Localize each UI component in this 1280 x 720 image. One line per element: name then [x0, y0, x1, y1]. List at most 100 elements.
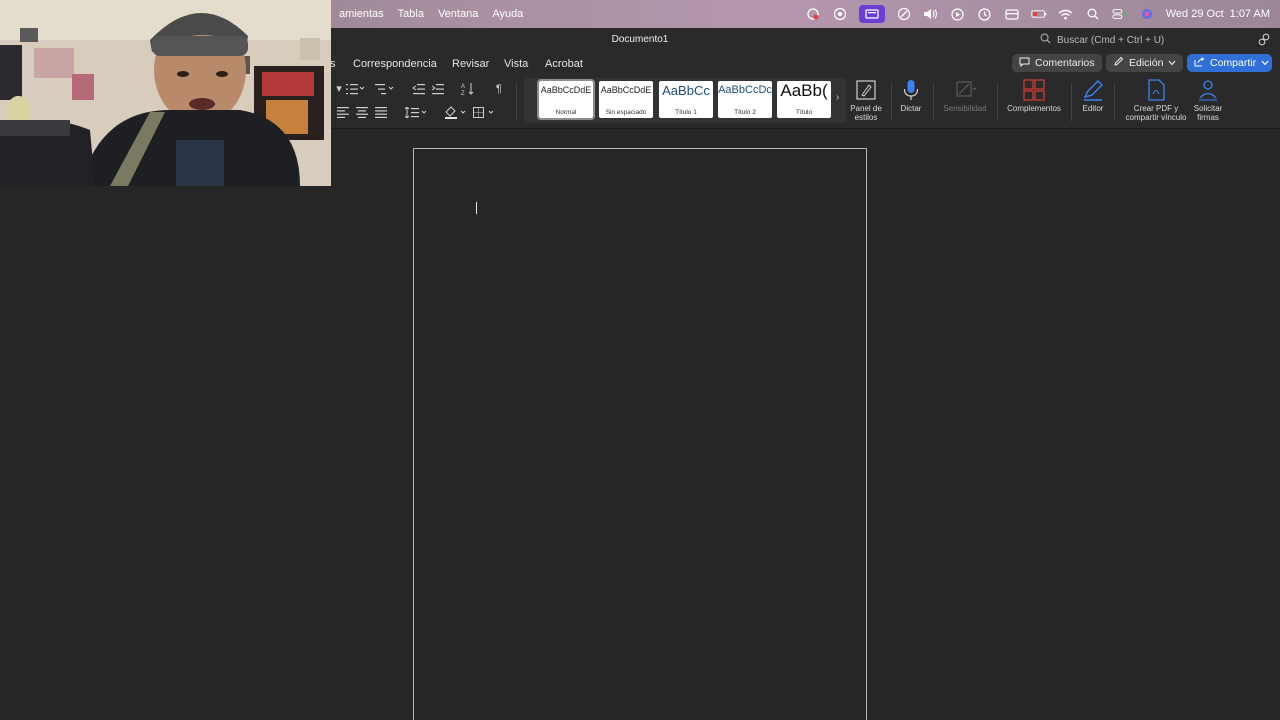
- signature-icon: [1197, 79, 1219, 101]
- style-sample: AaBbCcDdE: [600, 85, 652, 95]
- style-heading-1[interactable]: AaBbCc Título 1: [659, 81, 713, 118]
- volume-icon[interactable]: [923, 7, 939, 21]
- comments-button[interactable]: Comentarios: [1012, 54, 1102, 72]
- svg-text:Z: Z: [461, 91, 465, 96]
- style-name: Sin espaciado: [605, 109, 647, 116]
- multilevel-list-icon[interactable]: [373, 83, 395, 95]
- pilcrow-icon[interactable]: ¶: [492, 83, 506, 95]
- style-name: Título: [795, 109, 813, 116]
- sensitivity-label: Sensibilidad: [943, 104, 987, 113]
- pencil-icon: [1113, 56, 1124, 70]
- app-menus: amientas Tabla Ventana Ayuda: [332, 0, 530, 28]
- document-page[interactable]: [413, 148, 867, 720]
- align-left-icon[interactable]: [336, 107, 350, 119]
- styles-pane-icon: [855, 79, 877, 101]
- menu-window[interactable]: Ventana: [431, 8, 485, 20]
- numbered-list-icon[interactable]: [344, 83, 366, 95]
- siri-icon[interactable]: [1139, 7, 1155, 21]
- style-sample: AaBbCc: [662, 83, 710, 98]
- styles-pane-label-2: estilos: [854, 113, 878, 122]
- create-pdf-label-2: compartir vínculo: [1125, 113, 1187, 122]
- share-button[interactable]: Compartir: [1187, 54, 1272, 72]
- shading-icon[interactable]: [444, 106, 468, 119]
- time-machine-icon[interactable]: [977, 7, 993, 21]
- styles-pane-label-1: Panel de: [850, 104, 882, 113]
- gallery-more-chevron-icon[interactable]: ›: [836, 92, 839, 103]
- justify-icon[interactable]: [374, 107, 388, 119]
- menu-table[interactable]: Tabla: [391, 8, 431, 20]
- increase-indent-icon[interactable]: [431, 83, 445, 95]
- menu-tools[interactable]: amientas: [332, 8, 391, 20]
- style-no-spacing[interactable]: AaBbCcDdE Sin espaciado: [599, 81, 653, 118]
- tab-review[interactable]: Revisar: [452, 58, 489, 70]
- decrease-indent-icon[interactable]: [412, 83, 426, 95]
- webcam-overlay: [0, 0, 331, 186]
- separator: [933, 83, 934, 121]
- addins-icon: [1023, 79, 1045, 101]
- tab-view[interactable]: Vista: [504, 58, 528, 70]
- request-signatures-label-2: firmas: [1197, 113, 1219, 122]
- screen-share-icon[interactable]: [832, 7, 848, 21]
- screen: amientas Tabla Ventana Ayuda Wed 29 Oct …: [0, 0, 1280, 720]
- editor-icon: [1082, 79, 1104, 101]
- record-icon[interactable]: [805, 7, 821, 21]
- request-signatures-button[interactable]: Solicitar firmas: [1189, 79, 1227, 122]
- borders-icon[interactable]: [473, 107, 497, 119]
- style-sample: AaBbCcDdE: [540, 85, 592, 95]
- align-center-icon[interactable]: [355, 107, 369, 119]
- microphone-icon: [900, 79, 922, 101]
- clock[interactable]: Wed 29 Oct 1:07 AM: [1166, 8, 1270, 20]
- sort-icon[interactable]: AZ: [461, 82, 475, 97]
- chevron-down-icon: [1168, 57, 1176, 69]
- style-sample: AaBb(: [780, 81, 828, 100]
- editor-button[interactable]: Editor: [1078, 79, 1108, 113]
- dictate-label: Dictar: [900, 104, 922, 113]
- styles-pane-button[interactable]: Panel de estilos: [846, 79, 886, 122]
- control-center-icon[interactable]: [1112, 7, 1128, 21]
- play-icon[interactable]: [950, 7, 966, 21]
- editing-mode-button[interactable]: Edición: [1106, 54, 1184, 72]
- screen-mirroring-icon[interactable]: [858, 5, 885, 23]
- editing-label: Edición: [1129, 57, 1164, 69]
- separator: [1071, 83, 1072, 121]
- style-name: Título 1: [675, 109, 697, 116]
- time-text: 1:07 AM: [1229, 8, 1270, 20]
- dictate-button[interactable]: Dictar: [896, 79, 926, 113]
- menu-help[interactable]: Ayuda: [485, 8, 530, 20]
- comment-icon: [1019, 57, 1030, 70]
- share-icon: [1194, 56, 1205, 70]
- style-title[interactable]: AaBb( Título: [777, 81, 831, 118]
- styles-gallery: AaBbCcDdE Normal AaBbCcDdE Sin espaciado…: [524, 78, 846, 123]
- separator: [891, 83, 892, 121]
- status-area: Wed 29 Oct 1:07 AM: [805, 0, 1270, 28]
- separator: [1114, 83, 1115, 121]
- text-cursor: [476, 202, 477, 214]
- line-spacing-icon[interactable]: [404, 106, 427, 119]
- tab-mailings[interactable]: Correspondencia: [353, 58, 437, 70]
- style-name: Título 2: [734, 109, 756, 116]
- separator: [516, 83, 517, 121]
- tab-acrobat[interactable]: Acrobat: [545, 58, 583, 70]
- style-name: Normal: [555, 109, 577, 116]
- style-normal[interactable]: AaBbCcDdE Normal: [537, 79, 595, 120]
- app-status-icon[interactable]: [896, 7, 912, 21]
- search-box[interactable]: Buscar (Cmd + Ctrl + U): [1040, 33, 1164, 47]
- addins-button[interactable]: Complementos: [1003, 79, 1065, 113]
- chevron-down-icon: [1261, 57, 1269, 69]
- card-icon[interactable]: [1004, 7, 1020, 21]
- sensitivity-icon: [954, 79, 977, 101]
- battery-icon[interactable]: [1031, 7, 1047, 21]
- request-signatures-label-1: Solicitar: [1193, 104, 1223, 113]
- style-heading-2[interactable]: AaBbCcDc Título 2: [718, 81, 772, 118]
- spotlight-search-icon[interactable]: [1085, 7, 1101, 21]
- search-icon: [1040, 33, 1051, 47]
- collaborate-icon[interactable]: [1258, 33, 1271, 46]
- share-label: Compartir: [1210, 57, 1257, 69]
- wifi-icon[interactable]: [1058, 7, 1074, 21]
- create-pdf-button[interactable]: Crear PDF y compartir vínculo: [1120, 79, 1192, 122]
- date-text: Wed 29 Oct: [1165, 8, 1224, 20]
- pdf-link-icon: [1145, 79, 1167, 101]
- addins-label: Complementos: [1007, 104, 1061, 113]
- style-sample: AaBbCcDc: [718, 84, 772, 96]
- sensitivity-button[interactable]: Sensibilidad: [940, 79, 990, 113]
